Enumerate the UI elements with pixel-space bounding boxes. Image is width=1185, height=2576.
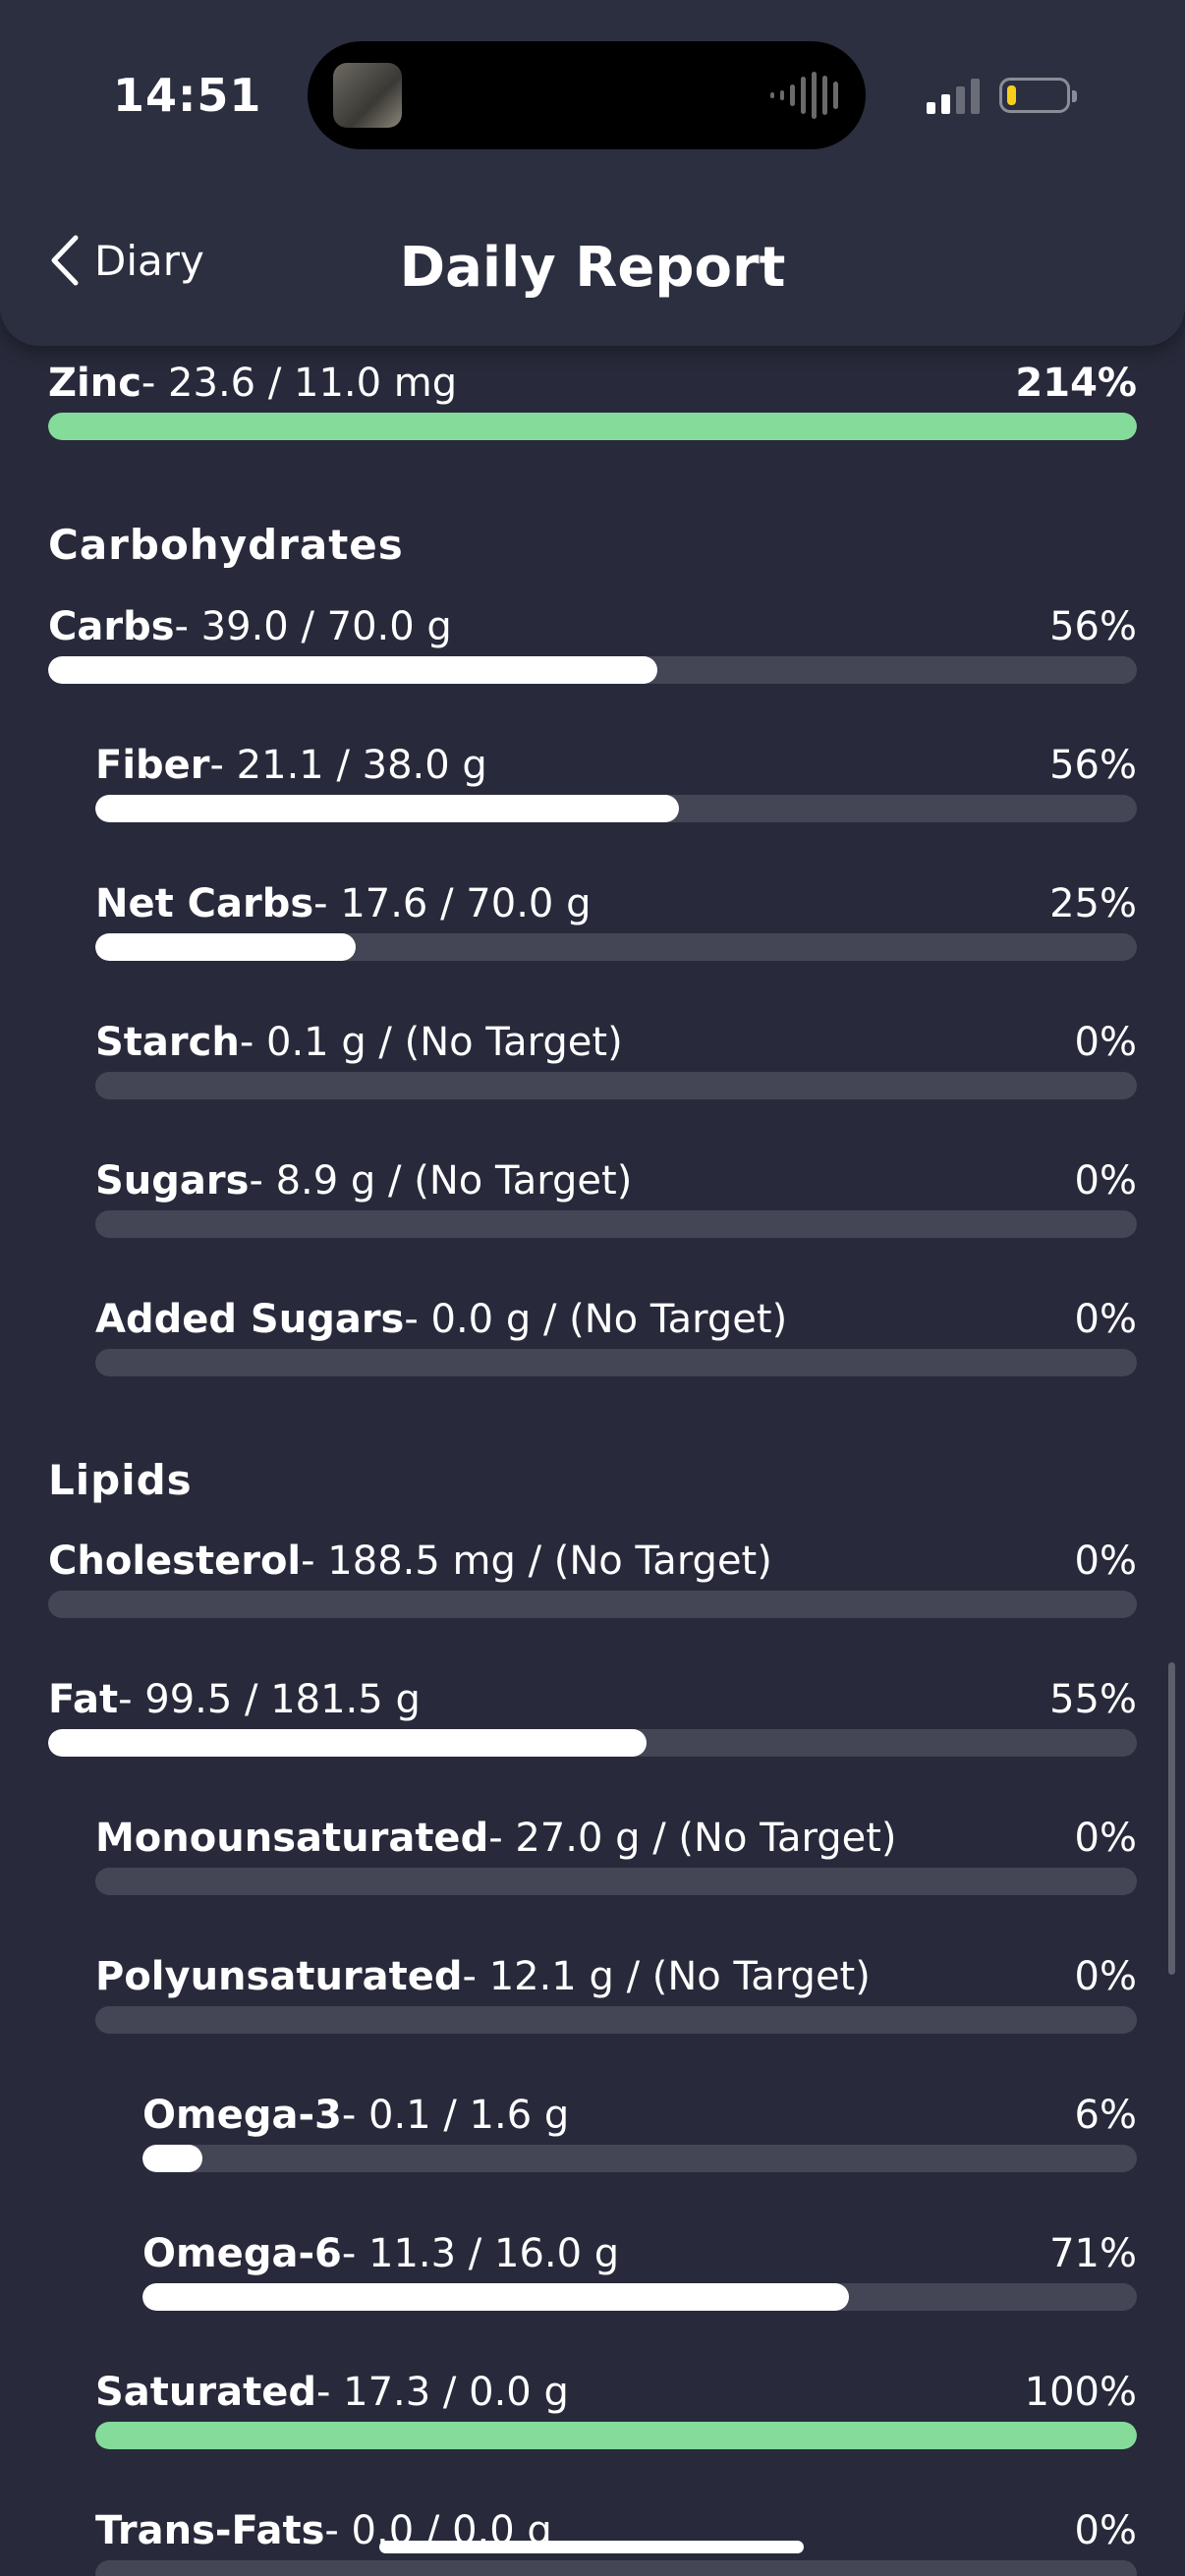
- nutrient-name: Net Carbs: [95, 881, 314, 926]
- progress-fill: [95, 933, 356, 961]
- nutrient-name: Sugars: [95, 1158, 250, 1204]
- nutrient-row-added-sugars[interactable]: Added Sugars- 0.0 g / (No Target) 0%: [0, 1296, 1185, 1376]
- nutrient-percent: 0%: [1074, 1297, 1137, 1342]
- progress-fill: [142, 2283, 849, 2311]
- nutrient-row-monounsaturated[interactable]: Monounsaturated- 27.0 g / (No Target) 0%: [0, 1815, 1185, 1895]
- nutrient-amount: - 12.1 g / (No Target): [462, 1954, 871, 1999]
- progress-bar: [95, 933, 1137, 961]
- nutrient-percent: 6%: [1074, 2093, 1137, 2138]
- progress-fill: [48, 413, 1137, 440]
- nutrient-amount: - 0.0 g / (No Target): [404, 1297, 788, 1342]
- nutrient-amount: - 0.1 g / (No Target): [239, 1020, 623, 1065]
- nutrient-name: Monounsaturated: [95, 1816, 489, 1861]
- nutrient-amount: - 11.3 / 16.0 g: [341, 2231, 620, 2276]
- nutrient-percent: 0%: [1074, 1020, 1137, 1065]
- nutrient-name: Fiber: [95, 743, 210, 788]
- nutrient-amount: - 39.0 / 70.0 g: [174, 604, 452, 649]
- progress-bar: [48, 1591, 1137, 1618]
- section-header-carbohydrates: Carbohydrates: [48, 521, 404, 569]
- progress-fill: [95, 2422, 1137, 2449]
- progress-bar: [95, 795, 1137, 822]
- progress-bar: [95, 1349, 1137, 1376]
- nav-header: 14:51 Diary Daily Report: [0, 0, 1185, 346]
- nutrient-row-starch[interactable]: Starch- 0.1 g / (No Target) 0%: [0, 1019, 1185, 1099]
- nutrient-row-fiber[interactable]: Fiber- 21.1 / 38.0 g 56%: [0, 742, 1185, 822]
- nutrient-name: Added Sugars: [95, 1297, 405, 1342]
- now-playing-artwork: [333, 63, 402, 128]
- progress-fill: [142, 2145, 202, 2172]
- progress-fill: [48, 656, 658, 684]
- progress-bar: [95, 2422, 1137, 2449]
- nutrient-amount: - 17.3 / 0.0 g: [316, 2370, 569, 2415]
- nutrient-row-zinc[interactable]: Zinc- 23.6 / 11.0 mg 214%: [0, 360, 1185, 440]
- nutrient-name: Fat: [48, 1677, 119, 1722]
- progress-bar: [95, 1072, 1137, 1099]
- nutrient-row-polyunsaturated[interactable]: Polyunsaturated- 12.1 g / (No Target) 0%: [0, 1953, 1185, 2034]
- nutrient-row-cholesterol[interactable]: Cholesterol- 188.5 mg / (No Target) 0%: [0, 1538, 1185, 1618]
- progress-bar: [48, 656, 1137, 684]
- nutrient-percent: 71%: [1049, 2231, 1137, 2276]
- nutrient-percent: 100%: [1024, 2370, 1137, 2415]
- nutrient-row-fat[interactable]: Fat- 99.5 / 181.5 g 55%: [0, 1676, 1185, 1757]
- progress-bar: [95, 2006, 1137, 2034]
- nutrient-amount: - 17.6 / 70.0 g: [313, 881, 592, 926]
- nutrient-amount: - 8.9 g / (No Target): [249, 1158, 633, 1204]
- nutrient-row-net-carbs[interactable]: Net Carbs- 17.6 / 70.0 g 25%: [0, 880, 1185, 961]
- scrollbar[interactable]: [1168, 1662, 1175, 1975]
- nutrient-percent: 0%: [1074, 1539, 1137, 1584]
- nutrient-name: Omega-6: [142, 2231, 342, 2276]
- nutrient-amount: - 23.6 / 11.0 mg: [141, 361, 458, 406]
- nutrient-row-saturated[interactable]: Saturated- 17.3 / 0.0 g 100%: [0, 2369, 1185, 2449]
- dynamic-island[interactable]: [308, 41, 866, 149]
- progress-bar: [48, 413, 1137, 440]
- nutrient-name: Cholesterol: [48, 1539, 302, 1584]
- battery-icon: [999, 78, 1077, 113]
- home-indicator[interactable]: [379, 2541, 804, 2553]
- nutrient-amount: - 0.1 / 1.6 g: [341, 2093, 570, 2138]
- nutrient-amount: - 21.1 / 38.0 g: [209, 743, 487, 788]
- progress-fill: [48, 1729, 648, 1757]
- nutrient-percent: 56%: [1049, 604, 1137, 649]
- progress-bar: [142, 2283, 1137, 2311]
- cellular-signal-icon: [927, 77, 980, 114]
- nutrient-row-omega-3[interactable]: Omega-3- 0.1 / 1.6 g 6%: [0, 2092, 1185, 2172]
- nutrient-name: Trans-Fats: [95, 2508, 325, 2553]
- progress-fill: [95, 795, 679, 822]
- status-time: 14:51: [113, 69, 262, 122]
- nutrient-percent: 214%: [1015, 361, 1137, 406]
- page-title: Daily Report: [399, 236, 786, 300]
- nutrient-percent: 0%: [1074, 1158, 1137, 1204]
- nutrient-row-omega-6[interactable]: Omega-6- 11.3 / 16.0 g 71%: [0, 2230, 1185, 2311]
- nutrient-percent: 55%: [1049, 1677, 1137, 1722]
- progress-bar: [142, 2145, 1137, 2172]
- nutrient-name: Starch: [95, 1020, 240, 1065]
- nutrient-amount: - 188.5 mg / (No Target): [301, 1539, 772, 1584]
- section-header-lipids: Lipids: [48, 1456, 193, 1504]
- nutrient-percent: 0%: [1074, 1954, 1137, 1999]
- nutrient-percent: 0%: [1074, 2508, 1137, 2553]
- nutrient-name: Omega-3: [142, 2093, 342, 2138]
- nutrient-name: Polyunsaturated: [95, 1954, 463, 1999]
- nutrient-amount: - 99.5 / 181.5 g: [118, 1677, 421, 1722]
- nutrient-row-carbs[interactable]: Carbs- 39.0 / 70.0 g 56%: [0, 603, 1185, 684]
- battery-level: [1007, 85, 1016, 105]
- nutrient-percent: 25%: [1049, 881, 1137, 926]
- progress-bar: [95, 1210, 1137, 1238]
- progress-bar: [48, 1729, 1137, 1757]
- progress-bar: [95, 2560, 1137, 2576]
- nutrient-amount: - 27.0 g / (No Target): [488, 1816, 897, 1861]
- progress-bar: [95, 1868, 1137, 1895]
- nutrient-percent: 0%: [1074, 1816, 1137, 1861]
- audio-waveform-icon: [770, 71, 838, 120]
- nutrient-percent: 56%: [1049, 743, 1137, 788]
- nutrient-name: Zinc: [48, 361, 141, 406]
- nutrient-name: Carbs: [48, 604, 175, 649]
- nutrient-row-sugars[interactable]: Sugars- 8.9 g / (No Target) 0%: [0, 1157, 1185, 1238]
- nutrient-name: Saturated: [95, 2370, 316, 2415]
